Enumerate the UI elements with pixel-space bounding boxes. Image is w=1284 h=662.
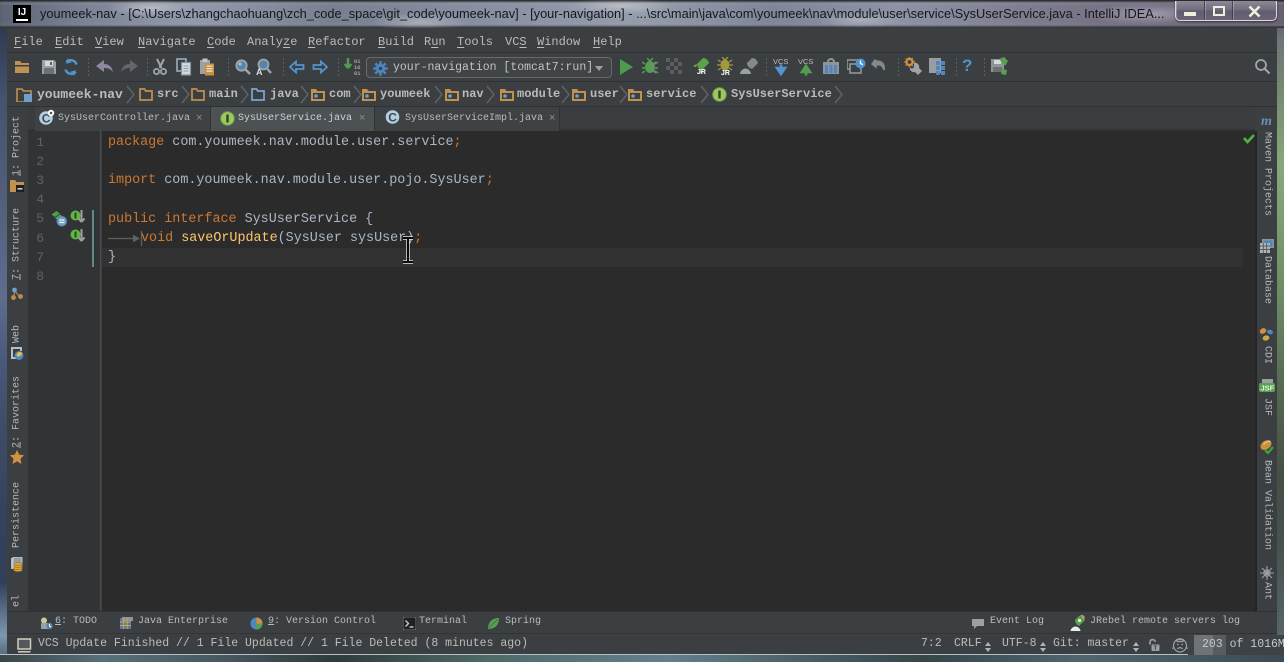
svg-text:JR: JR [721, 70, 730, 76]
svg-text:JSF: JSF [1261, 384, 1275, 393]
svg-text:01: 01 [354, 71, 360, 76]
svg-text:C: C [388, 110, 397, 124]
svg-text:T: T [1154, 646, 1158, 652]
svg-text:JR: JR [697, 69, 706, 76]
svg-text:A: A [256, 67, 263, 76]
